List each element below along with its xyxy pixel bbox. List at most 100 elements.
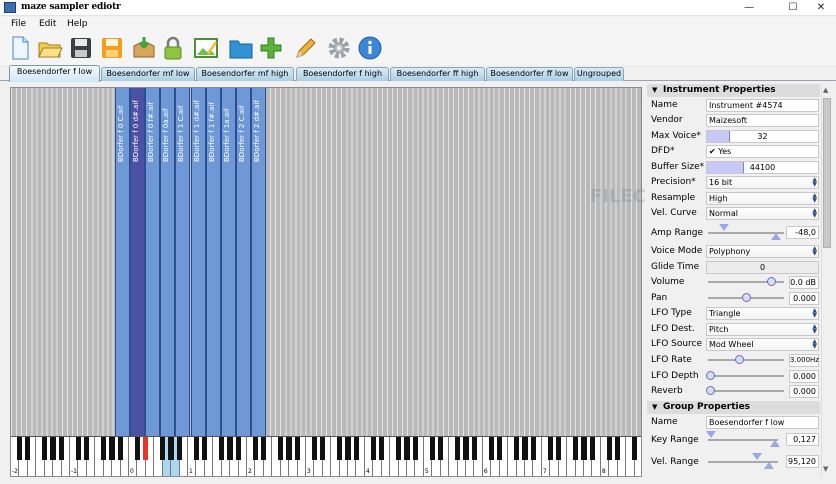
instrument-name-field[interactable]: Instrument #4574 <box>706 99 819 112</box>
black-key[interactable] <box>100 437 107 460</box>
instrument-properties-header[interactable]: ▼ Instrument Properties <box>647 84 820 97</box>
tab-5[interactable]: Boesendorfer ff low <box>486 67 573 81</box>
import-box-icon[interactable] <box>131 35 157 61</box>
lfo-depth-value[interactable]: 0.000 <box>789 370 819 383</box>
add-icon[interactable] <box>258 35 284 61</box>
lock-icon[interactable] <box>160 35 186 61</box>
pencil-icon[interactable] <box>293 35 319 61</box>
group-name-field[interactable]: Boesendorfer f low <box>706 416 819 429</box>
menu-edit[interactable]: Edit <box>39 19 56 29</box>
menu-help[interactable]: Help <box>67 19 88 29</box>
piano-keyboard[interactable]: -2 -1 0 1 2 3 4 5 6 7 8 <box>11 436 641 476</box>
tab-6[interactable]: Ungrouped <box>574 67 624 81</box>
key-range-slider[interactable] <box>708 439 778 441</box>
key-map-editor[interactable]: BDorfer f 0 C.aif BDorfer f 0 d#.aif BDorf… <box>10 87 642 477</box>
lfo-depth-thumb[interactable] <box>706 371 715 380</box>
black-key[interactable] <box>513 437 520 460</box>
black-key[interactable] <box>50 437 56 460</box>
sample-zone[interactable]: BDorfer f 0 d#.aif <box>130 88 146 436</box>
resample-select[interactable]: High ▲ ▼ <box>706 192 819 205</box>
volume-thumb[interactable] <box>767 277 777 286</box>
tab-0[interactable]: Boesendorfer f low <box>9 65 100 82</box>
black-key[interactable] <box>488 437 494 460</box>
scroll-down-icon[interactable]: ▼ <box>823 465 828 473</box>
lfo-type-select[interactable]: Triangle ▲ ▼ <box>706 307 819 320</box>
black-key[interactable] <box>294 437 301 460</box>
black-key[interactable] <box>497 437 503 460</box>
vel-range-value[interactable]: 95,120 <box>786 455 819 468</box>
tab-4[interactable]: Boesendorfer ff high <box>390 67 485 81</box>
black-key[interactable] <box>168 437 174 460</box>
black-key[interactable] <box>58 437 65 460</box>
black-key[interactable] <box>261 437 267 460</box>
black-key[interactable] <box>429 437 435 460</box>
sample-zone[interactable]: BDorfer f 1 d#.aif <box>190 88 206 436</box>
black-key[interactable] <box>218 437 225 460</box>
folder-icon[interactable] <box>228 35 254 61</box>
black-key[interactable] <box>631 437 638 460</box>
minimize-button[interactable]: — <box>735 0 763 16</box>
lfo-source-select[interactable]: Mod Wheel ▲ ▼ <box>706 338 819 351</box>
key-range-high-thumb[interactable] <box>770 440 780 447</box>
black-key[interactable] <box>42 437 48 460</box>
scroll-thumb[interactable] <box>823 98 831 248</box>
black-key[interactable] <box>84 437 90 460</box>
menu-file[interactable]: File <box>11 19 26 29</box>
close-button[interactable]: ✕ <box>807 0 835 16</box>
image-edit-icon[interactable] <box>193 35 219 61</box>
lfo-dest-select[interactable]: Pitch ▲ ▼ <box>706 323 819 336</box>
black-key[interactable] <box>556 437 562 460</box>
group-properties-header[interactable]: ▼ Group Properties <box>647 401 820 414</box>
reverb-slider[interactable] <box>708 390 784 392</box>
black-key[interactable] <box>615 437 621 460</box>
maximize-button[interactable]: ☐ <box>779 0 807 16</box>
scroll-up-icon[interactable]: ▲ <box>823 86 828 94</box>
vendor-field[interactable]: Maizesoft <box>706 114 819 127</box>
lfo-rate-slider[interactable] <box>708 359 784 361</box>
black-key[interactable] <box>530 437 536 460</box>
gear-icon[interactable] <box>326 35 352 61</box>
info-icon[interactable] <box>357 35 383 61</box>
sample-zone[interactable]: BDorfer f 1 C.aif <box>175 88 191 436</box>
sample-zone[interactable]: BDorfer f 0 C.aif <box>115 88 130 436</box>
black-key[interactable] <box>143 437 149 460</box>
reverb-value[interactable]: 0.000 <box>789 385 819 398</box>
amp-range-high-thumb[interactable] <box>719 224 729 231</box>
pan-thumb[interactable] <box>742 293 751 302</box>
amp-range-value[interactable]: -48,0 <box>786 226 819 239</box>
tab-1[interactable]: Boesendorfer mf low <box>101 67 195 81</box>
max-voice-bar-field[interactable]: 32 <box>706 130 819 143</box>
black-key[interactable] <box>370 437 376 460</box>
volume-value[interactable]: 0.0 dB <box>789 276 819 289</box>
voice-mode-select[interactable]: Polyphony ▲ ▼ <box>706 245 819 258</box>
key-lanes[interactable]: BDorfer f 0 C.aif BDorfer f 0 d#.aif BDorf… <box>11 88 641 436</box>
black-key[interactable] <box>134 437 140 460</box>
lfo-rate-thumb[interactable] <box>734 355 744 364</box>
black-key[interactable] <box>25 437 31 460</box>
black-key[interactable] <box>345 437 351 460</box>
lfo-rate-value[interactable]: 3.000Hz <box>789 354 819 367</box>
black-key[interactable] <box>176 437 183 460</box>
sample-zone[interactable]: BDorfer f 0a.aif <box>160 88 176 436</box>
dfd-checkbox[interactable]: ✔ Yes <box>706 145 819 158</box>
black-key[interactable] <box>320 437 326 460</box>
tab-2[interactable]: Boesendorfer mf high <box>196 67 294 81</box>
black-key[interactable] <box>202 437 208 460</box>
black-key[interactable] <box>522 437 528 460</box>
amp-range-low-thumb[interactable] <box>771 233 781 240</box>
vel-range-high-thumb[interactable] <box>764 462 774 469</box>
black-key[interactable] <box>471 437 477 460</box>
vel-curve-select[interactable]: Normal ▲ ▼ <box>706 207 819 220</box>
buffer-size-bar-field[interactable]: 44100 <box>706 161 819 174</box>
sample-zone[interactable]: BDorfer f 1a.aif <box>220 88 236 436</box>
lfo-depth-slider[interactable] <box>708 375 784 377</box>
black-key[interactable] <box>395 437 402 460</box>
pan-value[interactable]: 0.000 <box>789 292 819 305</box>
black-key[interactable] <box>336 437 343 460</box>
sample-zone[interactable]: BDorfer f 2 C.aif <box>235 88 251 436</box>
black-key[interactable] <box>75 437 81 460</box>
black-key[interactable] <box>117 437 124 460</box>
black-key[interactable] <box>589 437 595 460</box>
save-as-icon[interactable] <box>99 35 125 61</box>
black-key[interactable] <box>454 437 461 460</box>
